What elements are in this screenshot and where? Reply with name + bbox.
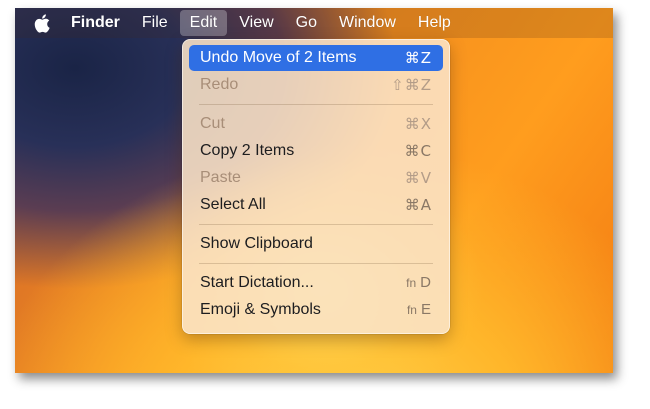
fn-key-label: fn [406,276,417,290]
menu-item-label: Start Dictation... [200,274,314,291]
menu-item-shortcut: fn D [406,270,432,296]
menu-item-label: Select All [200,196,266,213]
menubar-edit[interactable]: Edit [179,10,228,36]
menu-item-label: Copy 2 Items [200,142,295,159]
menu-item-label: Paste [200,169,241,186]
menu-item-shortcut: ⌘A [404,196,432,214]
menu-item-undo[interactable]: Undo Move of 2 Items ⌘Z [189,45,443,71]
menubar-view[interactable]: View [229,10,283,36]
menubar-file[interactable]: File [132,10,178,36]
menu-item-redo: Redo ⇧⌘Z [189,72,443,98]
menu-item-select-all[interactable]: Select All ⌘A [189,192,443,218]
menu-separator [199,263,433,264]
menu-separator [199,224,433,225]
menu-item-shortcut: ⌘C [404,142,432,160]
desktop-screenshot: Finder File Edit View Go Window Help Und… [15,8,613,373]
menu-item-start-dictation[interactable]: Start Dictation... fn D [189,270,443,296]
menu-bar: Finder File Edit View Go Window Help [15,8,613,38]
menu-item-show-clipboard[interactable]: Show Clipboard [189,231,443,257]
menu-item-shortcut: fn E [407,297,432,323]
menu-item-emoji-symbols[interactable]: Emoji & Symbols fn E [189,297,443,323]
menubar-go[interactable]: Go [286,10,327,36]
menu-item-label: Cut [200,115,225,132]
shortcut-key: E [420,301,432,318]
menubar-help[interactable]: Help [408,10,461,36]
menu-item-label: Emoji & Symbols [200,301,321,318]
menu-item-label: Redo [200,76,239,93]
apple-logo-icon[interactable] [33,12,51,34]
menu-item-copy[interactable]: Copy 2 Items ⌘C [189,138,443,164]
shortcut-key: D [420,274,432,291]
menubar-finder[interactable]: Finder [71,10,130,36]
menu-item-shortcut: ⇧⌘Z [391,76,432,94]
menu-separator [199,104,433,105]
menu-item-shortcut: ⌘V [404,169,432,187]
menubar-window[interactable]: Window [329,10,406,36]
menu-item-cut: Cut ⌘X [189,111,443,137]
menu-item-label: Show Clipboard [200,235,313,252]
menu-item-shortcut: ⌘X [404,115,432,133]
menu-item-shortcut: ⌘Z [404,49,432,67]
edit-menu-dropdown: Undo Move of 2 Items ⌘Z Redo ⇧⌘Z Cut ⌘X … [182,39,450,334]
menu-item-paste: Paste ⌘V [189,165,443,191]
fn-key-label: fn [406,303,417,317]
menu-item-label: Undo Move of 2 Items [200,49,357,66]
